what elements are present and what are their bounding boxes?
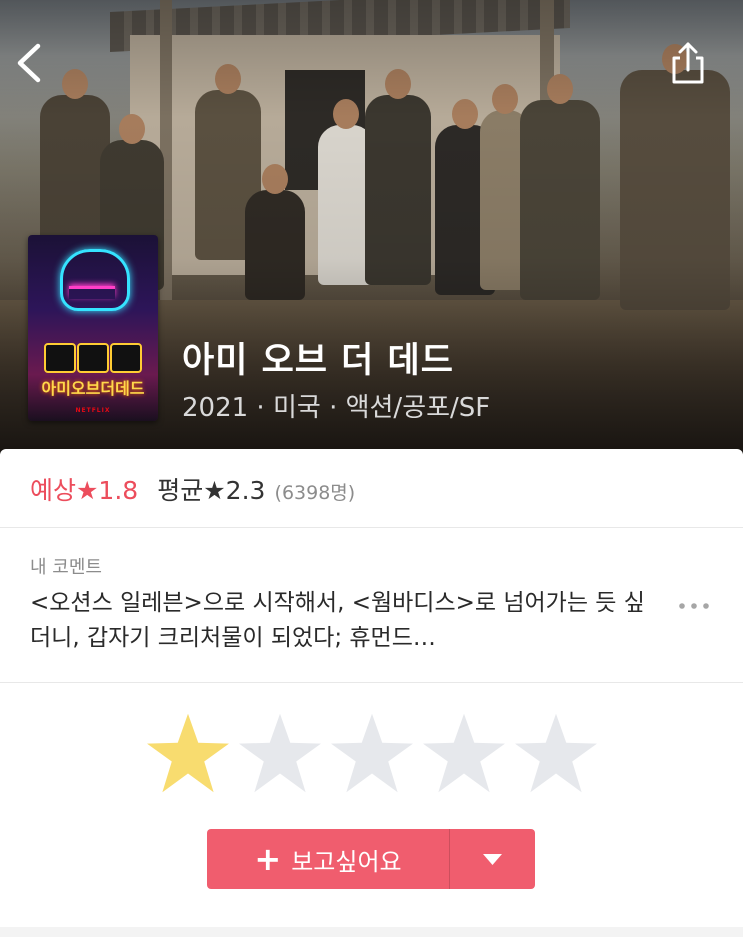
detail-sheet: 예상★1.8 평균★2.3 (6398명) 내 코멘트 <오션스 일레븐>으로 …	[0, 449, 743, 937]
hero-backdrop: 아미오브더데드 NETFLIX 아미 오브 더 데드 2021 · 미국 · 액…	[0, 0, 743, 470]
expected-rating: 예상★1.8	[30, 476, 139, 505]
wishlist-dropdown-button[interactable]	[450, 829, 535, 889]
star-2-icon[interactable]	[237, 712, 323, 794]
wishlist-main[interactable]: + 보고싶어요	[207, 829, 449, 889]
star-4-icon[interactable]	[421, 712, 507, 794]
caret-down-icon	[483, 854, 502, 865]
wishlist-button[interactable]: + 보고싶어요	[207, 829, 535, 889]
star-5-icon[interactable]	[513, 712, 599, 794]
bottom-divider-bar	[0, 927, 743, 937]
my-comment-text[interactable]: <오션스 일레븐>으로 시작해서, <웜바디스>로 넘어가는 듯 싶더니, 갑자…	[30, 586, 650, 656]
chevron-left-icon	[17, 43, 41, 83]
poster-skull-art	[60, 249, 130, 311]
comment-more-button[interactable]	[674, 593, 714, 619]
poster-title: 아미오브더데드	[41, 379, 145, 398]
poster-slot-machine	[44, 343, 142, 373]
user-star-rating[interactable]	[145, 712, 605, 794]
star-3-icon[interactable]	[329, 712, 415, 794]
share-icon	[672, 42, 704, 84]
more-icon	[679, 603, 709, 609]
rating-count: (6398명)	[274, 482, 356, 504]
movie-poster[interactable]: 아미오브더데드 NETFLIX	[28, 235, 158, 421]
share-button[interactable]	[666, 40, 710, 86]
movie-title: 아미 오브 더 데드	[182, 341, 454, 381]
poster-netflix-logo: NETFLIX	[75, 407, 111, 414]
wishlist-label: 보고싶어요	[291, 847, 402, 876]
star-1-icon[interactable]	[145, 712, 231, 794]
back-button[interactable]	[12, 40, 52, 86]
my-comment-label: 내 코멘트	[30, 557, 102, 578]
rating-summary: 예상★1.8 평균★2.3 (6398명)	[30, 471, 355, 507]
plus-icon: +	[254, 840, 282, 878]
average-rating: 평균★2.3	[157, 476, 266, 505]
divider	[0, 527, 743, 528]
movie-meta: 2021 · 미국 · 액션/공포/SF	[182, 393, 491, 423]
divider	[0, 682, 743, 683]
